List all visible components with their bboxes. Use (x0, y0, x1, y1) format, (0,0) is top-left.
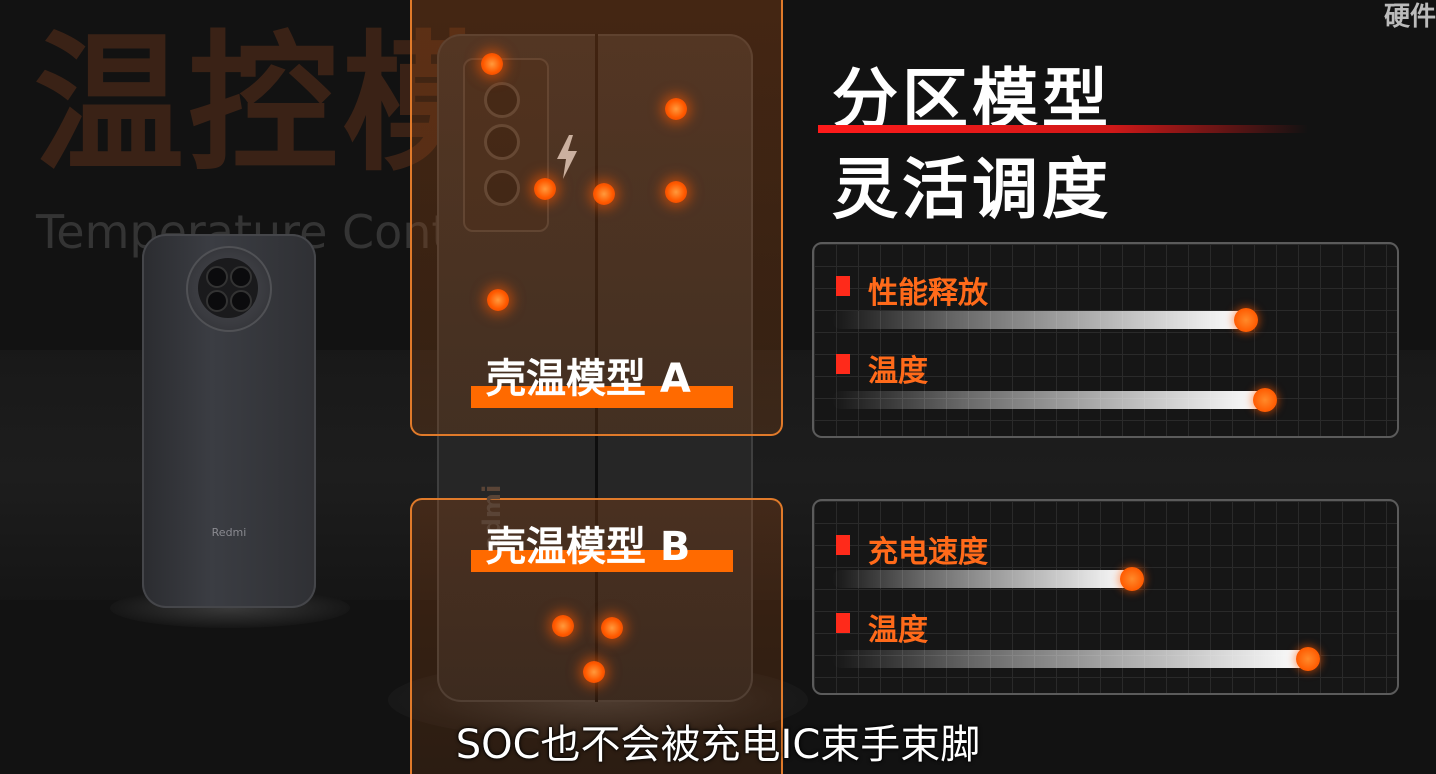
left-phone-camera-module (198, 258, 258, 318)
camera-lens-icon (230, 290, 252, 312)
hot-spot (583, 661, 605, 683)
metric-bar (832, 311, 1246, 329)
metric-marker (836, 535, 850, 555)
hot-spot (593, 183, 615, 205)
left-phone-brand: Redmi (211, 526, 247, 539)
camera-lens-icon (206, 266, 228, 288)
corner-watermark: 硬件 (1383, 2, 1436, 32)
metric-label: 性能释放 (868, 276, 988, 311)
title-line-2: 灵活调度 (832, 151, 1112, 228)
metric-bar-knob (1120, 567, 1144, 591)
metric-bar (832, 391, 1265, 409)
metric-label: 温度 (868, 613, 928, 648)
hot-spot (552, 615, 574, 637)
metric-bar-knob (1296, 647, 1320, 671)
hot-spot (665, 181, 687, 203)
metric-marker (836, 354, 850, 374)
metric-marker (836, 613, 850, 633)
hot-spot (487, 289, 509, 311)
metric-label: 温度 (868, 354, 928, 389)
hot-spot (601, 617, 623, 639)
camera-lens-icon (206, 290, 228, 312)
metric-bar-knob (1253, 388, 1277, 412)
metric-bar (832, 570, 1132, 588)
zone-a-label: 壳温模型 A (486, 356, 691, 402)
metric-marker (836, 276, 850, 296)
metric-label: 充电速度 (868, 535, 988, 570)
video-subtitle: SOC也不会被充电IC束手束脚 (455, 722, 981, 768)
hot-spot (665, 98, 687, 120)
zone-b-label: 壳温模型 B (486, 524, 691, 570)
title-underline (818, 125, 1308, 133)
metric-bar-knob (1234, 308, 1258, 332)
camera-lens-icon (230, 266, 252, 288)
metric-bar (832, 650, 1308, 668)
hot-spot (481, 53, 503, 75)
hot-spot (534, 178, 556, 200)
